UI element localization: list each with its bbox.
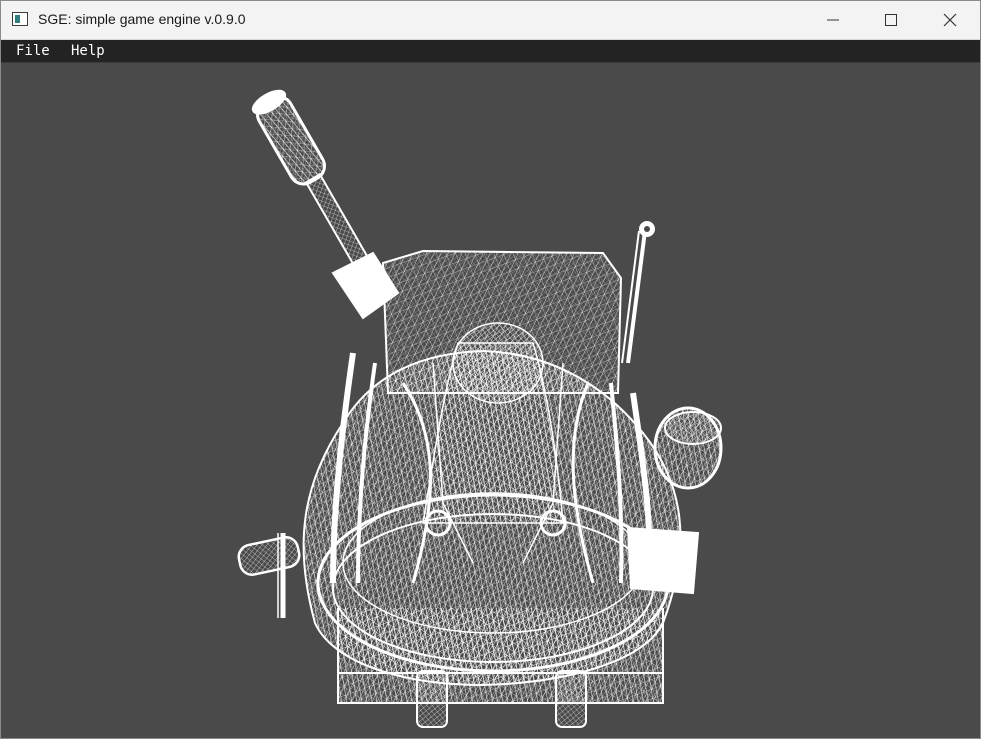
- close-button[interactable]: [921, 1, 979, 39]
- left-handle: [251, 89, 377, 279]
- right-side-block: [626, 526, 700, 595]
- left-foot: [416, 670, 448, 728]
- maximize-icon: [885, 14, 897, 26]
- render-viewport[interactable]: [3, 63, 980, 738]
- app-window-icon: [12, 12, 28, 26]
- window-title: SGE: simple game engine v.0.9.0: [38, 11, 246, 27]
- minimize-icon: [827, 19, 839, 21]
- title-bar[interactable]: SGE: simple game engine v.0.9.0: [1, 1, 980, 40]
- menu-bar: File Help: [1, 40, 980, 63]
- right-drum: [653, 406, 723, 490]
- backpack-wireframe: [237, 89, 723, 728]
- close-icon: [943, 13, 957, 27]
- wireframe-backpack-model: [237, 89, 723, 728]
- menu-file[interactable]: File: [16, 43, 50, 59]
- right-antenna: [621, 221, 655, 364]
- maximize-button[interactable]: [862, 1, 920, 39]
- app-window: SGE: simple game engine v.0.9.0 File Hel…: [0, 0, 981, 739]
- right-foot: [555, 670, 587, 728]
- menu-help[interactable]: Help: [71, 43, 105, 59]
- minimize-button[interactable]: [804, 1, 862, 39]
- left-side-cylinder: [237, 533, 301, 618]
